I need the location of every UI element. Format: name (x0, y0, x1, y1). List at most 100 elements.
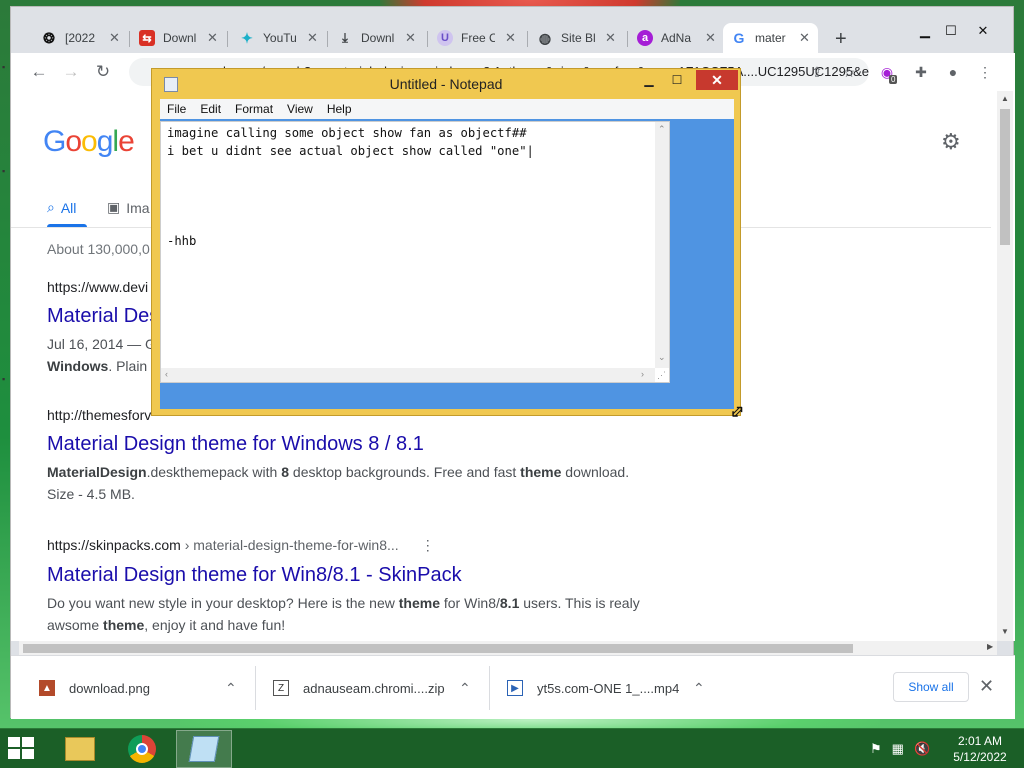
globe-icon: ◍ (538, 29, 552, 46)
scroll-up-icon[interactable]: ⌃ (658, 124, 666, 135)
close-icon[interactable]: ✕ (505, 30, 516, 46)
close-icon[interactable]: ✕ (605, 30, 616, 46)
share-icon[interactable]: ⇪ (807, 62, 827, 82)
tab-8-active[interactable]: G mater ✕ (723, 23, 818, 53)
notepad-taskbar-icon[interactable] (176, 730, 232, 768)
notepad-maximize-button[interactable]: ☐ (664, 71, 690, 89)
download-site-icon: ⇆ (139, 30, 155, 46)
chevron-up-icon[interactable]: ⌃ (693, 680, 705, 697)
scroll-down-icon[interactable]: ⌄ (658, 352, 666, 363)
desktop-edge-icon: ▪ (2, 166, 6, 176)
chevron-up-icon[interactable]: ⌃ (225, 680, 237, 697)
page-vertical-scrollbar[interactable]: ▲ ▼ (997, 91, 1013, 641)
notepad-close-button[interactable]: ✕ (696, 70, 738, 90)
tab-3[interactable]: ✦ YouTu ✕ (231, 23, 326, 53)
action-center-flag-icon[interactable]: ⚑ (870, 741, 882, 757)
result-title[interactable]: Material Design theme for Win8/8.1 - Ski… (47, 562, 667, 588)
menu-format[interactable]: Format (228, 102, 280, 116)
reload-icon[interactable]: ↻ (93, 62, 113, 82)
scroll-up-icon[interactable]: ▲ (1001, 94, 1009, 103)
chrome-taskbar-icon[interactable] (114, 730, 170, 768)
system-tray: ⚑ ▦ 🔇 (870, 741, 930, 757)
clock-date: 5/12/2022 (953, 750, 1007, 764)
minimize-button[interactable]: ▁ (911, 21, 939, 41)
bookmark-star-icon[interactable]: ☆ (839, 62, 859, 82)
notepad-app-icon[interactable] (164, 77, 178, 92)
download-item-1[interactable]: ▲ download.png ⌃ (39, 674, 237, 702)
notepad-minimize-button[interactable]: ▁ (636, 71, 662, 89)
image-file-icon: ▲ (39, 680, 55, 696)
menu-help[interactable]: Help (320, 102, 359, 116)
scroll-left-icon[interactable]: ‹ (165, 369, 168, 379)
menu-kebab-icon[interactable]: ⋮ (975, 62, 995, 82)
clock-time: 2:01 AM (957, 734, 1003, 748)
close-icon[interactable]: ✕ (405, 30, 416, 46)
menu-edit[interactable]: Edit (193, 102, 228, 116)
active-tab-indicator (47, 224, 87, 227)
page-horizontal-scrollbar[interactable]: ▶ (19, 641, 997, 655)
notepad-vertical-scrollbar[interactable]: ⌃ ⌄ (655, 122, 669, 368)
result-snippet: MaterialDesign.deskthemepack with 8 desk… (47, 464, 630, 502)
menu-view[interactable]: View (280, 102, 320, 116)
download-filename: download.png (69, 680, 150, 696)
scroll-thumb[interactable] (23, 644, 853, 653)
tab-all[interactable]: ⌕ All (47, 199, 76, 216)
scroll-right-icon[interactable]: › (641, 369, 644, 379)
search-result-2: http://themesforv Material Design theme … (47, 407, 667, 505)
zip-file-icon: Z (273, 680, 289, 696)
scroll-thumb[interactable] (1000, 109, 1010, 245)
tab-label: mater (755, 31, 786, 45)
scroll-right-icon[interactable]: ▶ (987, 642, 993, 651)
maximize-button[interactable]: ☐ (937, 21, 965, 41)
download-item-2[interactable]: Z adnauseam.chromi....zip ⌃ (273, 674, 471, 702)
show-all-button[interactable]: Show all (893, 672, 969, 702)
close-downloads-icon[interactable]: ✕ (979, 676, 994, 697)
file-explorer-icon[interactable] (52, 730, 108, 768)
chevron-up-icon[interactable]: ⌃ (459, 680, 471, 697)
tab-images[interactable]: ▣ Ima (107, 199, 150, 216)
start-button[interactable] (8, 737, 36, 761)
download-item-3[interactable]: ▶ yt5s.com-ONE 1_....mp4 ⌃ (507, 674, 705, 702)
scroll-down-icon[interactable]: ▼ (1001, 627, 1009, 636)
download-filename: yt5s.com-ONE 1_....mp4 (537, 680, 680, 696)
desktop-edge-icon: ▪ (2, 62, 6, 72)
close-icon[interactable]: ✕ (109, 30, 120, 46)
tab-6[interactable]: ◍ Site Bl ✕ (529, 23, 624, 53)
notepad-horizontal-scrollbar[interactable]: ‹ › (161, 368, 655, 382)
result-url[interactable]: https://skinpacks.com › material-design-… (47, 537, 667, 554)
google-logo[interactable]: Google (43, 125, 135, 159)
result-title[interactable]: Material Design theme for Windows 8 / 8.… (47, 431, 667, 457)
resize-grip-icon[interactable]: ⋰ (657, 370, 666, 381)
tab-label: Free C (461, 31, 495, 45)
volume-muted-icon[interactable]: 🔇 (914, 741, 930, 757)
close-icon[interactable]: ✕ (799, 30, 810, 46)
video-file-icon: ▶ (507, 680, 523, 696)
extensions-puzzle-icon[interactable]: ✚ (911, 62, 931, 82)
close-icon[interactable]: ✕ (307, 30, 318, 46)
menu-file[interactable]: File (160, 102, 193, 116)
close-window-button[interactable]: ✕ (969, 21, 997, 41)
new-tab-button[interactable]: + (835, 29, 847, 49)
spiral-icon: ❂ (43, 29, 55, 46)
notepad-text-area[interactable]: imagine calling some object show fan as … (160, 121, 670, 383)
clock[interactable]: 2:01 AM 5/12/2022 (944, 733, 1016, 765)
youtube-icon: ✦ (241, 29, 253, 46)
taskbar: ⚑ ▦ 🔇 2:01 AM 5/12/2022 (0, 728, 1024, 768)
close-icon[interactable]: ✕ (705, 30, 716, 46)
tab-7[interactable]: a AdNa ✕ (629, 23, 724, 53)
downloads-bar: ▲ download.png ⌃ Z adnauseam.chromi....z… (11, 655, 1015, 719)
tab-2[interactable]: ⇆ Downl ✕ (131, 23, 226, 53)
forward-arrow-icon[interactable]: → (61, 62, 81, 82)
back-arrow-icon[interactable]: ← (29, 62, 49, 82)
close-icon[interactable]: ✕ (207, 30, 218, 46)
tab-5[interactable]: U Free C ✕ (429, 23, 524, 53)
settings-gear-icon[interactable]: ⚙ (941, 129, 961, 155)
more-options-icon[interactable]: ⋮ (421, 537, 435, 553)
tab-1[interactable]: ❂ [2022 I ✕ (33, 23, 128, 53)
tab-4[interactable]: ⤓ Downl ✕ (329, 23, 424, 53)
desktop-edge-icon: ▪ (2, 374, 6, 384)
tab-all-label: All (60, 199, 77, 216)
network-icon[interactable]: ▦ (892, 741, 904, 757)
ublock-icon: U (437, 30, 453, 46)
profile-avatar-icon[interactable]: ● (943, 62, 963, 82)
